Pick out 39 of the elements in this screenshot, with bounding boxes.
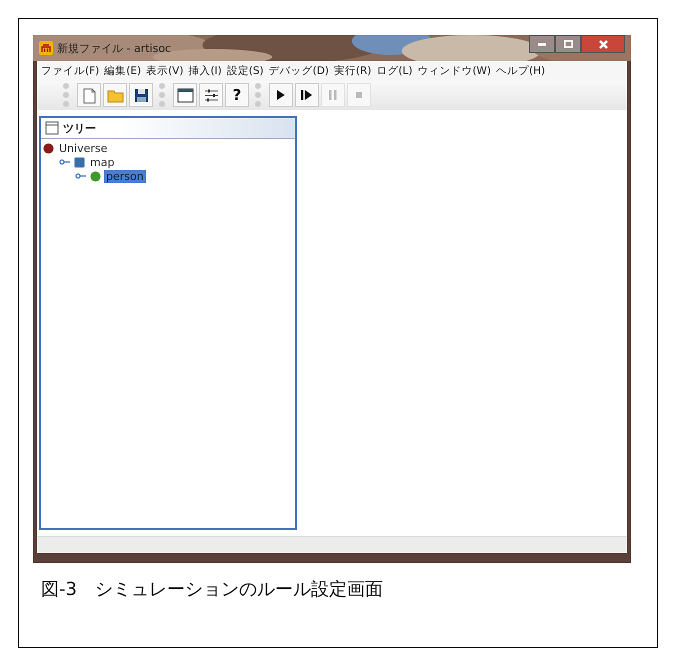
play-icon: [277, 90, 285, 100]
toolbar-button[interactable]: [199, 83, 223, 107]
sliders-icon: [202, 86, 220, 104]
menu-item[interactable]: 実行(R): [334, 64, 372, 78]
close-icon: [598, 40, 608, 48]
app-icon: [39, 41, 53, 55]
close-button[interactable]: [581, 35, 625, 53]
toolbar-button[interactable]: [173, 83, 197, 107]
toolbar-button[interactable]: [269, 83, 293, 107]
tree-item[interactable]: map: [88, 156, 116, 168]
toolbar-button[interactable]: [295, 83, 319, 107]
menu-item[interactable]: ログ(L): [376, 64, 412, 78]
menu-item[interactable]: ヘルプ(H): [496, 64, 546, 78]
step-icon: [301, 90, 313, 100]
toolbar-button[interactable]: [129, 83, 153, 107]
menu-item[interactable]: 挿入(I): [188, 64, 222, 78]
tree-item[interactable]: Universe: [57, 142, 110, 154]
window-title: 新規ファイル - artisoc: [57, 40, 172, 56]
menu-item[interactable]: ファイル(F): [41, 64, 100, 78]
minimize-icon: [538, 42, 546, 46]
figure-caption: 図-3 シミュレーションのルール設定画面: [41, 578, 384, 601]
maximize-button[interactable]: [555, 35, 581, 53]
tree-handle-icon[interactable]: [75, 171, 87, 181]
tree-handle-icon[interactable]: [59, 157, 71, 167]
maximize-icon: [564, 40, 572, 48]
pause-icon: [329, 90, 337, 100]
window-icon: [45, 121, 59, 135]
menu-item[interactable]: ウィンドウ(W): [417, 64, 492, 78]
menu-item[interactable]: デバッグ(D): [268, 64, 329, 78]
window-icon: [176, 86, 194, 104]
help-button[interactable]: ?: [225, 83, 249, 107]
document-icon: [80, 86, 98, 104]
menu-item[interactable]: 設定(S): [226, 64, 264, 78]
minimize-button[interactable]: [529, 35, 555, 53]
menu-item[interactable]: 表示(V): [146, 64, 184, 78]
menu-item[interactable]: 編集(E): [104, 64, 142, 78]
panel-title: ツリー: [63, 120, 96, 136]
stop-icon: [356, 92, 362, 98]
tree-item[interactable]: person: [104, 170, 146, 182]
